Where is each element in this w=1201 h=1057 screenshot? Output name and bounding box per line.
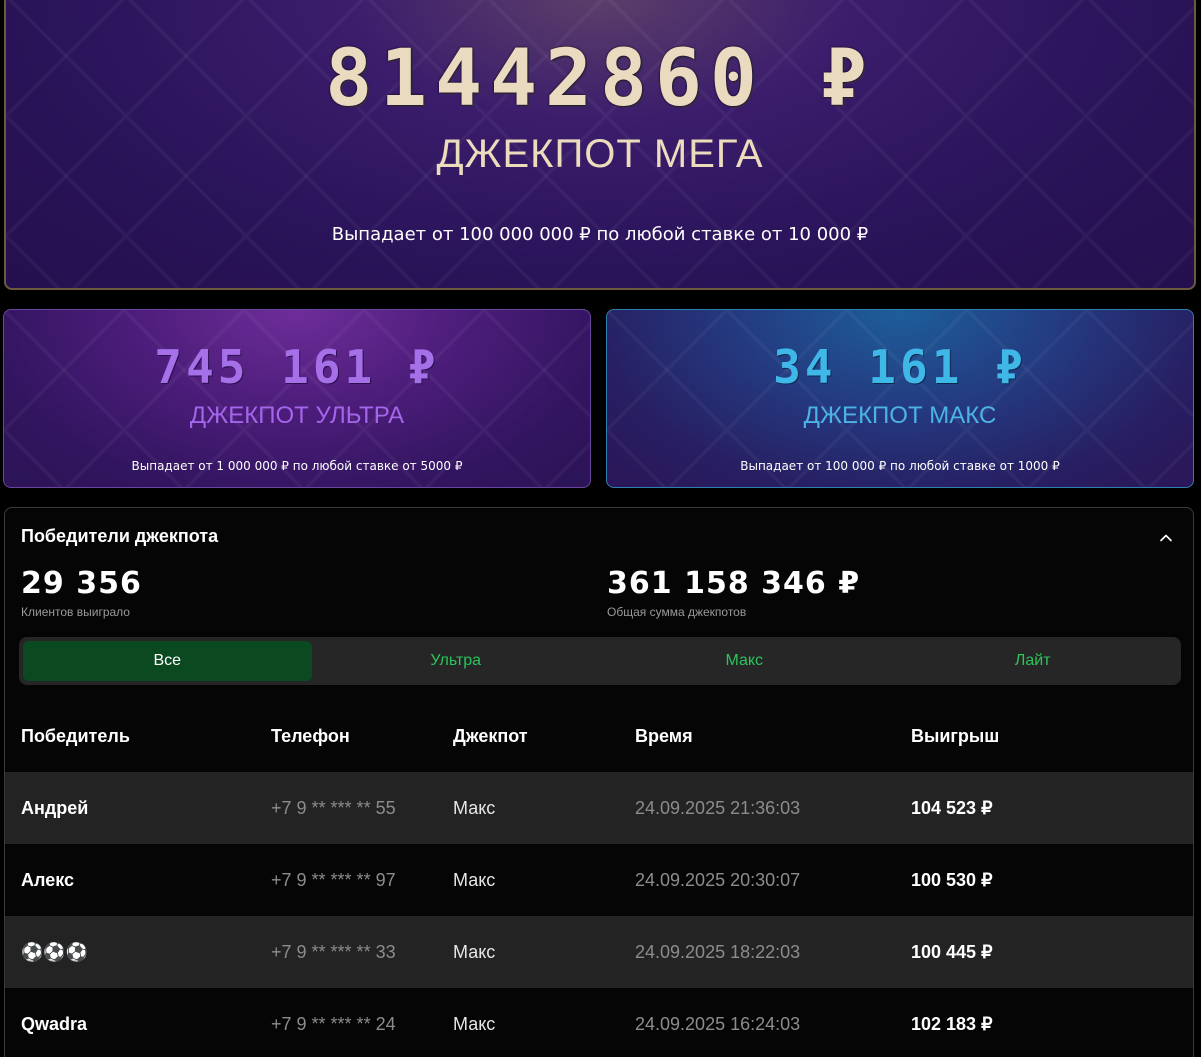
- jackpot-ultra-card: 745 161 ₽ ДЖЕКПОТ УЛЬТРА Выпадает от 1 0…: [3, 309, 591, 488]
- jackpot-mega-card: 81442860 ₽ ДЖЕКПОТ МЕГА Выпадает от 100 …: [4, 0, 1196, 290]
- total-sum: 361 158 346 ₽: [607, 566, 861, 601]
- winner-time: 24.09.2025 18:22:03: [635, 942, 801, 962]
- jackpot-maxi-description: Выпадает от 100 000 ₽ по любой ставке от…: [740, 459, 1060, 473]
- winner-amount: 100 530 ₽: [911, 870, 993, 890]
- winner-jackpot: Макс: [453, 870, 496, 890]
- winner-phone: +7 9 ** *** ** 97: [271, 870, 396, 890]
- winner-name: Алекс: [21, 870, 74, 890]
- clients-count: 29 356: [21, 566, 142, 601]
- winner-time: 24.09.2025 16:24:03: [635, 1014, 801, 1034]
- jackpot-maxi-title: ДЖЕКПОТ МАКС: [803, 402, 997, 429]
- winner-phone: +7 9 ** *** ** 55: [271, 798, 396, 818]
- column-header-jackpot: Джекпот: [453, 726, 528, 746]
- clients-label: Клиентов выиграло: [21, 605, 130, 619]
- winner-name: Qwadra: [21, 1014, 88, 1034]
- table-row: ⚽⚽⚽ +7 9 ** *** ** 33 Макс 24.09.2025 18…: [5, 916, 1193, 988]
- column-header-time: Время: [635, 726, 693, 746]
- winners-heading: Победители джекпота: [21, 526, 219, 546]
- chevron-up-icon[interactable]: [1159, 530, 1173, 544]
- total-label: Общая сумма джекпотов: [607, 605, 747, 619]
- jackpot-ultra-amount: 745 161 ₽: [154, 340, 440, 394]
- table-row: Qwadra +7 9 ** *** ** 24 Макс 24.09.2025…: [5, 988, 1193, 1057]
- winner-jackpot: Макс: [453, 942, 496, 962]
- winner-jackpot: Макс: [453, 1014, 496, 1034]
- tab-lite[interactable]: Лайт: [889, 641, 1178, 681]
- winner-amount: 100 445 ₽: [911, 942, 993, 962]
- tab-all[interactable]: Все: [23, 641, 312, 681]
- tab-max[interactable]: Макс: [600, 641, 889, 681]
- winner-amount: 104 523 ₽: [911, 798, 993, 818]
- table-row: Андрей +7 9 ** *** ** 55 Макс 24.09.2025…: [5, 772, 1193, 844]
- column-header-win: Выигрыш: [911, 726, 1000, 746]
- winner-name: Андрей: [21, 798, 89, 818]
- jackpot-ultra-description: Выпадает от 1 000 000 ₽ по любой ставке …: [131, 459, 463, 473]
- winner-phone: +7 9 ** *** ** 24: [271, 1014, 396, 1034]
- winner-name: ⚽⚽⚽: [21, 942, 89, 962]
- jackpot-maxi-amount: 34 161 ₽: [773, 340, 1027, 394]
- winner-jackpot: Макс: [453, 798, 496, 818]
- jackpot-mega-amount: 81442860 ₽: [325, 34, 875, 124]
- column-header-phone: Телефон: [271, 726, 350, 746]
- jackpot-maxi-card: 34 161 ₽ ДЖЕКПОТ МАКС Выпадает от 100 00…: [606, 309, 1194, 488]
- winner-amount: 102 183 ₽: [911, 1014, 993, 1034]
- column-header-winner: Победитель: [21, 726, 130, 746]
- winner-time: 24.09.2025 21:36:03: [635, 798, 801, 818]
- jackpot-mega-description: Выпадает от 100 000 000 ₽ по любой ставк…: [331, 224, 869, 245]
- jackpot-filter-tabs: Все Ультра Макс Лайт: [19, 637, 1181, 685]
- winner-time: 24.09.2025 20:30:07: [635, 870, 801, 890]
- jackpot-mega-title: ДЖЕКПОТ МЕГА: [436, 132, 764, 176]
- jackpot-winners-panel: Победители джекпота 29 356 Клиентов выиг…: [4, 507, 1194, 1057]
- jackpot-ultra-title: ДЖЕКПОТ УЛЬТРА: [189, 402, 405, 429]
- tab-ultra[interactable]: Ультра: [312, 641, 601, 681]
- table-row: Алекс +7 9 ** *** ** 97 Макс 24.09.2025 …: [5, 844, 1193, 916]
- winner-phone: +7 9 ** *** ** 33: [271, 942, 396, 962]
